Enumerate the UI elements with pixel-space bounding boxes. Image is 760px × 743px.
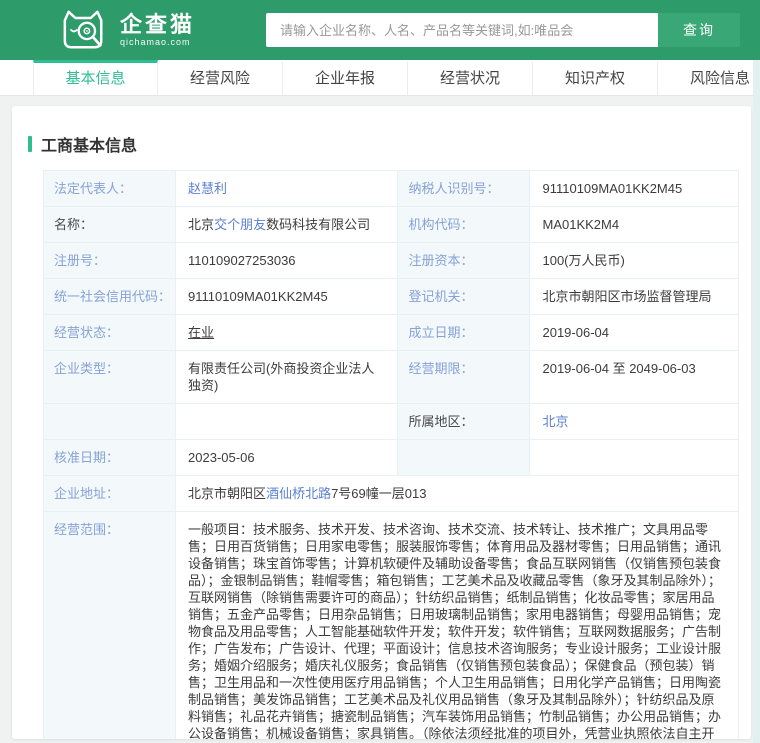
field-label-company-name: 名称： (42, 206, 177, 243)
field-value-approval-date: 2023-05-06 (175, 439, 399, 476)
table-row: 所属地区： 北京 (42, 403, 739, 440)
brand-name: 企查猫 (120, 12, 196, 37)
empty-cell (42, 403, 177, 440)
search-bar: 查询 (266, 13, 740, 47)
tab-bar: 基本信息 经营风险 企业年报 经营状况 知识产权 风险信息 (0, 60, 760, 96)
address-road-link[interactable]: 酒仙桥北路 (266, 486, 331, 501)
field-value-region: 北京 (529, 403, 739, 440)
field-value-address: 北京市朝阳区酒仙桥北路7号69幢一层013 (175, 475, 739, 512)
brand-domain: qichamao.com (120, 37, 191, 47)
table-row: 名称： 北京交个朋友数码科技有限公司 机构代码： MA01KK2M4 (42, 206, 739, 243)
address-suffix: 7号69幢一层013 (331, 486, 427, 501)
table-row: 法定代表人： 赵慧利 纳税人识别号： 91110109MA01KK2M45 (42, 170, 739, 207)
field-value-status: 在业 (175, 314, 399, 351)
company-name-suffix: 数码科技有限公司 (266, 217, 371, 232)
field-label-reg-capital: 注册资本： (397, 242, 531, 279)
field-label-credit-code: 统一社会信用代码： (42, 278, 177, 315)
table-row: 企业地址： 北京市朝阳区酒仙桥北路7号69幢一层013 (42, 475, 739, 512)
field-value-company-name: 北京交个朋友数码科技有限公司 (175, 206, 399, 243)
table-row: 注册号： 110109027253036 注册资本： 100(万人民币) (42, 242, 739, 279)
tab-business-risk[interactable]: 经营风险 (158, 60, 283, 95)
field-label-legal-rep: 法定代表人： (42, 170, 177, 207)
field-label-taxpayer-id: 纳税人识别号： (397, 170, 531, 207)
field-value-business-term: 2019-06-04 至 2049-06-03 (529, 350, 739, 404)
search-button[interactable]: 查询 (658, 13, 740, 47)
field-label-reg-no: 注册号： (42, 242, 177, 279)
field-label-approval-date: 核准日期： (42, 439, 177, 476)
tab-risk-info[interactable]: 风险信息 (658, 60, 760, 95)
field-value-reg-no: 110109027253036 (175, 242, 399, 279)
tab-operation-status[interactable]: 经营状况 (408, 60, 533, 95)
page-scrollbar[interactable] (753, 60, 760, 743)
field-label-region: 所属地区： (397, 403, 531, 440)
qichamao-cat-icon (58, 7, 110, 53)
empty-cell (397, 439, 531, 476)
field-label-org-code: 机构代码： (397, 206, 531, 243)
section-accent-bar (28, 136, 32, 152)
legal-rep-link[interactable]: 赵慧利 (188, 181, 227, 196)
section-title: 工商基本信息 (28, 132, 739, 156)
field-value-business-scope: 一般项目：技术服务、技术开发、技术咨询、技术交流、技术转让、技术推广；文具用品零… (175, 511, 739, 739)
brand-text: 企查猫 qichamao.com (120, 12, 196, 48)
company-name-keyword-link[interactable]: 交个朋友 (214, 217, 266, 232)
table-row: 经营状态： 在业 成立日期： 2019-06-04 (42, 314, 739, 351)
field-value-reg-capital: 100(万人民币) (529, 242, 739, 279)
company-name-prefix: 北京 (188, 217, 215, 232)
field-label-business-scope: 经营范围： (42, 511, 177, 739)
business-info-card: 工商基本信息 法定代表人： 赵慧利 纳税人识别号： 91110109MA01KK… (12, 106, 751, 739)
field-value-legal-rep: 赵慧利 (175, 170, 399, 207)
field-value-company-type: 有限责任公司(外商投资企业法人独资) (175, 350, 399, 404)
table-row: 统一社会信用代码： 91110109MA01KK2M45 登记机关： 北京市朝阳… (42, 278, 739, 315)
search-input[interactable] (266, 13, 658, 47)
status-link[interactable]: 在业 (188, 325, 214, 340)
table-row: 经营范围： 一般项目：技术服务、技术开发、技术咨询、技术交流、技术转让、技术推广… (42, 511, 739, 739)
field-label-address: 企业地址： (42, 475, 177, 512)
tab-intellectual-property[interactable]: 知识产权 (533, 60, 658, 95)
section-title-text: 工商基本信息 (41, 138, 138, 155)
field-value-org-code: MA01KK2M4 (529, 206, 739, 243)
field-label-establish-date: 成立日期： (397, 314, 531, 351)
empty-cell (175, 403, 399, 440)
table-row: 企业类型： 有限责任公司(外商投资企业法人独资) 经营期限： 2019-06-0… (42, 350, 739, 404)
company-info-table: 法定代表人： 赵慧利 纳税人识别号： 91110109MA01KK2M45 名称… (42, 170, 739, 739)
address-prefix: 北京市朝阳区 (188, 486, 267, 501)
field-value-establish-date: 2019-06-04 (529, 314, 739, 351)
table-row: 核准日期： 2023-05-06 (42, 439, 739, 476)
tab-annual-report[interactable]: 企业年报 (283, 60, 408, 95)
field-value-credit-code: 91110109MA01KK2M45 (175, 278, 399, 315)
field-label-status: 经营状态： (42, 314, 177, 351)
field-value-reg-authority: 北京市朝阳区市场监督管理局 (529, 278, 739, 315)
field-value-taxpayer-id: 91110109MA01KK2M45 (529, 170, 739, 207)
top-header: 企查猫 qichamao.com 查询 (0, 0, 760, 60)
region-link[interactable]: 北京 (542, 414, 568, 429)
tab-basic-info[interactable]: 基本信息 (33, 60, 158, 95)
field-label-reg-authority: 登记机关： (397, 278, 531, 315)
field-label-business-term: 经营期限： (397, 350, 531, 404)
qichamao-logo[interactable]: 企查猫 qichamao.com (58, 7, 195, 53)
field-label-company-type: 企业类型： (42, 350, 177, 404)
empty-cell (529, 439, 739, 476)
